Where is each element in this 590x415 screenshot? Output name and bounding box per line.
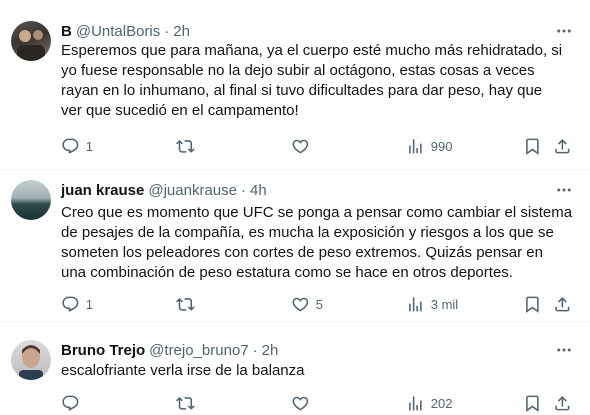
like-count: 5 <box>315 296 323 312</box>
separator-dot: · <box>252 341 258 359</box>
reply-icon <box>62 395 79 411</box>
share-button[interactable] <box>553 294 572 314</box>
reply-icon <box>62 296 79 312</box>
bookmark-button[interactable] <box>523 294 542 314</box>
tweet-text-line: ver que sucedió en el campamento! <box>61 102 299 119</box>
action-bar: 202 <box>61 393 576 413</box>
share-icon <box>555 395 570 411</box>
share-icon <box>555 138 570 154</box>
author-name[interactable]: juan krause <box>61 182 144 199</box>
views-count: 3 mil <box>430 296 459 312</box>
retweet-icon <box>176 139 195 153</box>
reply-button[interactable] <box>61 393 86 413</box>
like-button[interactable] <box>291 393 316 413</box>
more-horizontal-icon <box>557 188 571 192</box>
heart-icon <box>292 297 309 312</box>
share-icon <box>555 296 570 312</box>
views-chart-icon <box>409 138 422 154</box>
tweet-text: Esperemos que para mañana, ya el cuerpo … <box>61 41 580 121</box>
views-button[interactable]: 990 <box>406 136 452 156</box>
bookmark-button[interactable] <box>523 393 542 413</box>
separator-dot: · <box>240 181 246 199</box>
action-bar: 1 5 3 mil <box>61 294 576 314</box>
tweet-text-line: de pesajes de la compañía, es mucha la e… <box>61 224 554 241</box>
timestamp[interactable]: 2h <box>262 342 279 359</box>
avatar[interactable] <box>11 340 51 380</box>
author-name[interactable]: B <box>61 23 72 40</box>
bookmark-icon <box>526 296 539 313</box>
bookmark-button[interactable] <box>523 136 542 156</box>
views-chart-icon <box>409 395 422 411</box>
reply-count: 1 <box>85 296 93 312</box>
author-handle[interactable]: @UntalBoris <box>76 23 160 40</box>
tweet-text: escalofriante verla irse de la balanza <box>61 361 580 381</box>
reply-button[interactable]: 1 <box>61 136 93 156</box>
views-button[interactable]: 202 <box>406 393 452 413</box>
reply-button[interactable]: 1 <box>61 294 93 314</box>
timestamp[interactable]: 2h <box>173 23 190 40</box>
more-horizontal-icon <box>557 29 571 33</box>
views-chart-icon <box>409 296 422 312</box>
heart-icon <box>292 396 309 411</box>
like-button[interactable]: 5 <box>291 294 323 314</box>
more-horizontal-icon <box>557 348 571 352</box>
retweet-button[interactable] <box>176 393 201 413</box>
tweet-text-line: rayan en lo inhumano, al final si tuvo d… <box>61 82 543 99</box>
tweet-text-line: yo fuese responsable no la dejo subir al… <box>61 62 535 79</box>
share-button[interactable] <box>553 393 572 413</box>
heart-icon <box>292 139 309 154</box>
tweet-text: Creo que es momento que UFC se ponga a p… <box>61 203 580 283</box>
tweet-1[interactable]: B @UntalBoris · 2h Esperemos que para ma… <box>0 0 590 170</box>
timestamp[interactable]: 4h <box>250 182 267 199</box>
author-name[interactable]: Bruno Trejo <box>61 342 145 359</box>
tweet-2[interactable]: juan krause @juankrause · 4h Creo que es… <box>0 170 590 322</box>
author-handle[interactable]: @trejo_bruno7 <box>149 342 248 359</box>
tweet-3[interactable]: Bruno Trejo @trejo_bruno7 · 2h escalofri… <box>0 322 590 415</box>
retweet-button[interactable] <box>176 294 201 314</box>
reply-icon <box>62 138 79 154</box>
author-handle[interactable]: @juankrause <box>148 182 237 199</box>
views-button[interactable]: 3 mil <box>406 294 458 314</box>
more-options-button[interactable] <box>554 340 574 360</box>
separator-dot: · <box>164 22 170 40</box>
more-options-button[interactable] <box>554 180 574 200</box>
bookmark-icon <box>526 395 539 412</box>
action-bar: 1 990 <box>61 136 576 156</box>
views-count: 202 <box>430 395 453 411</box>
tweet-text-line: someten los peleadores con cortes de pes… <box>61 244 543 261</box>
retweet-button[interactable] <box>176 136 201 156</box>
tweet-text-line: Creo que es momento que UFC se ponga a p… <box>61 204 573 221</box>
reply-count: 1 <box>85 138 93 154</box>
views-count: 990 <box>430 138 453 154</box>
retweet-icon <box>176 297 195 311</box>
tweet-text-line: escalofriante verla irse de la balanza <box>61 362 305 379</box>
tweet-text-line: una combinación de peso estatura como se… <box>61 264 513 281</box>
bookmark-icon <box>526 138 539 155</box>
like-button[interactable] <box>291 136 316 156</box>
share-button[interactable] <box>553 136 572 156</box>
avatar[interactable] <box>11 180 51 220</box>
tweet-text-line: Esperemos que para mañana, ya el cuerpo … <box>61 42 563 59</box>
avatar[interactable] <box>11 21 51 61</box>
more-options-button[interactable] <box>554 21 574 41</box>
retweet-icon <box>176 396 195 410</box>
